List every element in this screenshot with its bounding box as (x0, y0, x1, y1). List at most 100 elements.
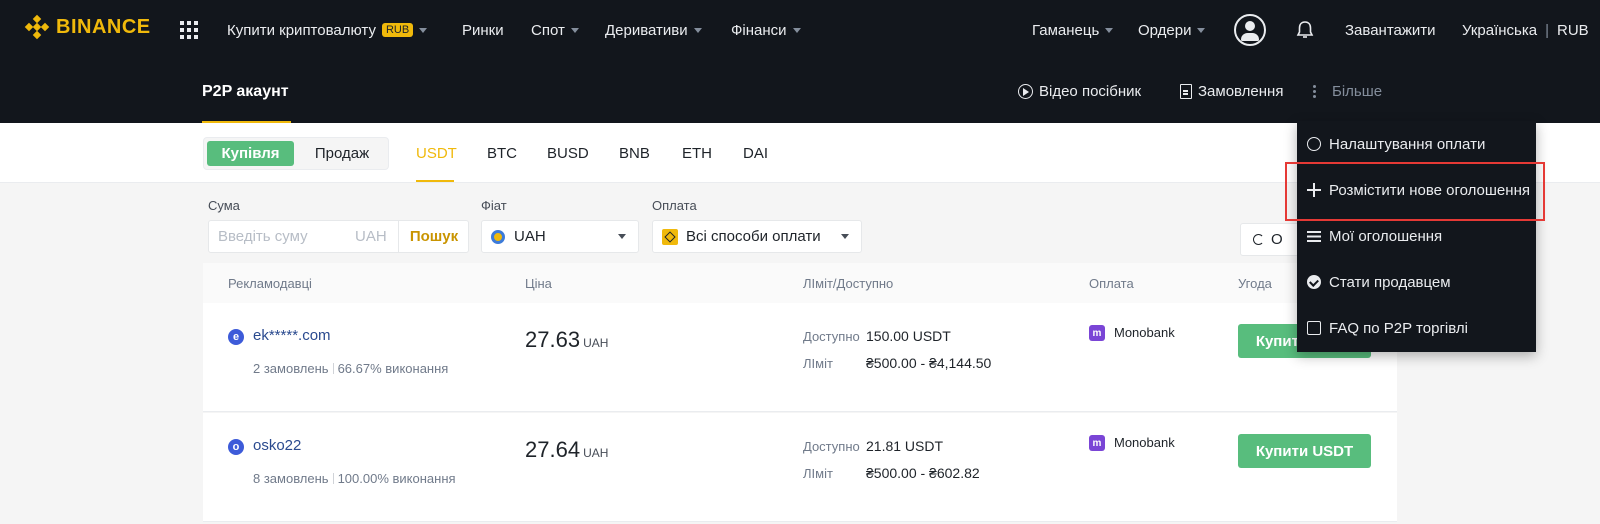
header-limit: ЛІміт/Доступно (803, 275, 894, 291)
payment-methods-icon (662, 228, 678, 245)
advertiser-name[interactable]: ek*****.com (253, 327, 331, 344)
highlight-annotation-box (1285, 162, 1545, 221)
chevron-down-icon (1197, 27, 1206, 33)
advertiser-avatar: o (228, 439, 244, 455)
language-separator: | (1545, 21, 1550, 39)
orders-link[interactable]: Замовлення (1180, 60, 1283, 123)
binance-logo-icon (24, 14, 50, 40)
payment-method: Monobank (1114, 435, 1175, 450)
document-icon (1180, 84, 1192, 99)
menu-item-payment-settings[interactable]: Налаштування оплати (1297, 121, 1536, 167)
coin-tab-busd[interactable]: BUSD (547, 123, 589, 183)
play-icon (1018, 84, 1033, 99)
payment-method: Monobank (1114, 325, 1175, 340)
coin-tab-btc[interactable]: BTC (487, 123, 517, 183)
advertiser-completion: 100.00% виконання (337, 471, 456, 486)
p2p-subheader: P2P акаунт Відео посібник Замовлення Біл… (0, 60, 1600, 123)
fiat-select[interactable]: UAH (481, 220, 639, 253)
nav-spot[interactable]: Спот (531, 0, 579, 60)
buy-sell-toggle: Купівля Продаж (203, 137, 389, 170)
nav-orders[interactable]: Ордери (1138, 0, 1206, 60)
refresh-icon (1253, 234, 1264, 245)
sliders-icon (1307, 229, 1321, 243)
payment-select[interactable]: Всі способи оплати (652, 220, 862, 253)
nav-orders-label: Ордери (1138, 21, 1192, 39)
advertiser-orders: 8 замовлень (253, 471, 329, 486)
advertiser-name[interactable]: osko22 (253, 437, 301, 454)
offers-table-header: Рекламодавці Ціна ЛІміт/Доступно Оплата … (203, 263, 1397, 303)
advertiser-completion: 66.67% виконання (337, 361, 449, 376)
video-guide-link[interactable]: Відео посібник (1018, 60, 1141, 123)
video-guide-label: Відео посібник (1039, 83, 1142, 100)
coin-tab-dai[interactable]: DAI (743, 123, 768, 183)
table-row: o osko22 8 замовлень 100.00% виконання 27… (203, 413, 1397, 522)
orders-label: Замовлення (1198, 83, 1284, 100)
uah-flag-icon (491, 229, 505, 244)
limit-label: ЛІміт (803, 356, 833, 371)
amount-label: Сума (208, 198, 240, 213)
currency-label: RUB (1557, 21, 1589, 39)
price-unit: UAH (583, 336, 609, 350)
nav-buy-crypto[interactable]: Купити криптовалюту RUB (227, 0, 428, 60)
user-avatar-icon[interactable] (1234, 14, 1266, 46)
nav-markets[interactable]: Ринки (462, 0, 504, 60)
nav-buy-crypto-label: Купити криптовалюту (227, 21, 376, 39)
more-menu-button[interactable]: Більше (1313, 60, 1382, 123)
available-label: Доступно (803, 329, 860, 344)
header-advertiser: Рекламодавці (228, 275, 312, 291)
coin-active-underline (416, 180, 454, 182)
nav-wallet[interactable]: Гаманець (1032, 0, 1114, 60)
coin-tab-usdt[interactable]: USDT (416, 123, 457, 183)
coin-tab-eth[interactable]: ETH (682, 123, 712, 183)
chevron-down-icon (841, 234, 849, 239)
available-value: 21.81 USDT (866, 438, 944, 454)
chevron-down-icon (693, 27, 702, 33)
advertiser-stats: 2 замовлень 66.67% виконання (253, 361, 448, 376)
language-currency-selector[interactable]: Українська | RUB (1462, 0, 1589, 60)
nav-finance[interactable]: Фінанси (731, 0, 801, 60)
header-trade: Угода (1238, 275, 1272, 291)
chevron-down-icon (618, 234, 626, 239)
menu-item-label: Налаштування оплати (1329, 135, 1486, 153)
buy-usdt-button[interactable]: Купити USDT (1238, 434, 1371, 468)
price-value: 27.64 (525, 437, 581, 462)
amount-input[interactable] (209, 221, 354, 252)
nav-derivatives[interactable]: Деривативи (605, 0, 702, 60)
chevron-down-icon (570, 27, 579, 33)
header-price: Ціна (525, 275, 552, 291)
fiat-label: Фіат (481, 198, 507, 213)
chevron-down-icon (792, 27, 801, 33)
price-unit: UAH (583, 446, 609, 460)
buy-tab[interactable]: Купівля (207, 141, 294, 166)
refresh-label: О (1271, 231, 1283, 248)
amount-field: UAH Пошук (208, 220, 469, 253)
more-label: Більше (1332, 83, 1383, 100)
binance-logo[interactable]: BINANCE (24, 14, 151, 40)
payment-select-value: Всі способи оплати (686, 228, 821, 245)
language-label: Українська (1462, 21, 1538, 39)
p2p-account-title[interactable]: P2P акаунт (202, 60, 289, 123)
amount-search-button[interactable]: Пошук (398, 221, 469, 252)
bell-icon[interactable] (1296, 20, 1314, 40)
chevron-down-icon (419, 27, 428, 33)
monobank-icon: m (1089, 325, 1105, 341)
check-icon (1307, 275, 1321, 289)
nav-download[interactable]: Завантажити (1345, 0, 1436, 60)
coin-tab-bnb[interactable]: BNB (619, 123, 650, 183)
menu-item-label: Мої оголошення (1329, 227, 1443, 245)
limit-label: ЛІміт (803, 466, 833, 481)
apps-grid-icon[interactable] (180, 21, 198, 39)
top-navigation: BINANCE Купити криптовалюту RUB Ринки Сп… (0, 0, 1600, 60)
menu-item-become-merchant[interactable]: Стати продавцем (1297, 259, 1536, 305)
chevron-down-icon (1105, 27, 1114, 33)
more-dropdown-menu: Налаштування оплати Розмістити нове огол… (1297, 121, 1536, 352)
available-label: Доступно (803, 439, 860, 454)
menu-item-p2p-faq[interactable]: FAQ по P2P торгівлі (1297, 305, 1536, 351)
sell-tab[interactable]: Продаж (298, 141, 386, 166)
nav-finance-label: Фінанси (731, 21, 787, 39)
monobank-icon: m (1089, 435, 1105, 451)
rub-badge: RUB (381, 23, 414, 37)
limit-value: ₴500.00 - ₴4,144.50 (866, 355, 992, 371)
header-payment: Оплата (1089, 275, 1134, 291)
logo-text: BINANCE (56, 15, 151, 38)
